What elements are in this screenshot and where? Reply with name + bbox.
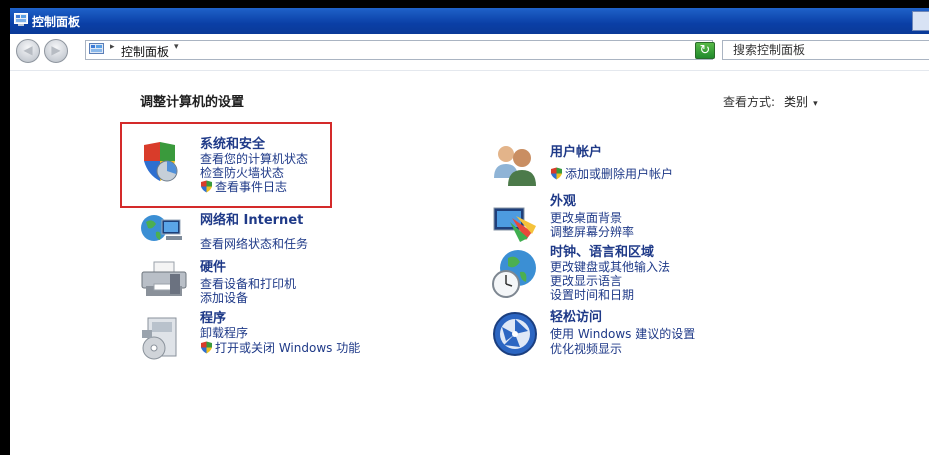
programs-box-icon[interactable] [140,316,185,362]
view-by-dropdown-icon[interactable]: ▾ [813,99,818,109]
control-panel-icon [89,43,104,54]
breadcrumb-control-panel[interactable]: 控制面板 [121,43,169,60]
link-view-computer-status[interactable]: 查看您的计算机状态 [200,152,308,166]
back-button[interactable]: ◀ [16,39,40,63]
back-arrow-icon: ◀ [23,43,33,57]
forward-arrow-icon: ▶ [51,43,61,57]
appearance-monitor-icon[interactable] [492,204,538,244]
link-uninstall-program[interactable]: 卸载程序 [200,326,248,340]
link-change-display-language[interactable]: 更改显示语言 [550,274,622,288]
link-windows-features[interactable]: 打开或关闭 Windows 功能 [200,341,360,355]
link-set-time-date[interactable]: 设置时间和日期 [550,288,634,302]
title-bar[interactable]: 控制面板 [10,8,929,34]
navigation-bar: ◀ ▶ ▸ 控制面板 ▾ ▾ ↻ 搜索控制面板 [10,34,929,71]
link-devices-printers[interactable]: 查看设备和打印机 [200,277,296,291]
category-title-security[interactable]: 系统和安全 [200,138,265,152]
link-change-keyboard[interactable]: 更改键盘或其他输入法 [550,260,670,274]
page-heading: 调整计算机的设置 [140,95,245,110]
view-by-label: 查看方式: [723,95,776,109]
link-add-remove-users[interactable]: 添加或删除用户帐户 [550,167,673,181]
window-title: 控制面板 [32,15,81,29]
refresh-icon: ↻ [699,43,711,58]
link-optimize-video[interactable]: 优化视频显示 [550,342,622,356]
link-adjust-resolution[interactable]: 调整屏幕分辨率 [550,225,634,239]
category-title-appearance[interactable]: 外观 [550,195,576,209]
category-title-network[interactable]: 网络和 Internet [200,214,303,228]
uac-shield-icon [201,341,212,354]
window-control-button[interactable] [912,11,929,31]
view-by-control[interactable]: 查看方式: 类别 ▾ [723,93,818,110]
control-panel-icon [14,13,28,26]
clock-globe-icon[interactable] [490,248,540,300]
forward-button[interactable]: ▶ [44,39,68,63]
category-title-ease-of-access[interactable]: 轻松访问 [550,311,602,325]
link-label: 打开或关闭 Windows 功能 [215,341,361,355]
network-globe-icon[interactable] [140,212,182,244]
category-title-users[interactable]: 用户帐户 [550,146,602,160]
link-add-device[interactable]: 添加设备 [200,291,248,305]
category-title-hardware[interactable]: 硬件 [200,261,226,275]
link-label: 添加或删除用户帐户 [565,167,674,181]
address-bar[interactable]: ▸ 控制面板 ▾ ▾ [85,40,713,60]
refresh-button[interactable]: ↻ [695,42,715,59]
uac-shield-icon [201,180,212,193]
category-title-programs[interactable]: 程序 [200,312,226,326]
control-panel-window: 控制面板 ◀ ▶ ▸ 控制面板 ▾ ▾ ↻ 搜索控制面板 调整计算机的设置 [10,8,929,455]
link-change-background[interactable]: 更改桌面背景 [550,211,622,225]
link-check-firewall[interactable]: 检查防火墙状态 [200,166,284,180]
printer-icon[interactable] [140,260,188,300]
search-input[interactable]: 搜索控制面板 [722,40,929,60]
link-network-status[interactable]: 查看网络状态和任务 [200,237,308,251]
breadcrumb-separator-icon[interactable]: ▸ [110,42,115,52]
link-view-event-log[interactable]: 查看事件日志 [200,180,287,194]
view-by-value[interactable]: 类别 [784,95,808,109]
category-title-clock[interactable]: 时钟、语言和区域 [550,246,654,260]
link-label: 查看事件日志 [215,180,288,194]
breadcrumb-dropdown-icon[interactable]: ▾ [174,42,179,52]
uac-shield-icon [551,167,562,180]
ease-of-access-icon[interactable] [492,311,538,357]
link-windows-suggested-settings[interactable]: 使用 Windows 建议的设置 [550,327,695,341]
users-icon[interactable] [490,142,538,186]
security-shield-icon[interactable] [140,141,180,183]
